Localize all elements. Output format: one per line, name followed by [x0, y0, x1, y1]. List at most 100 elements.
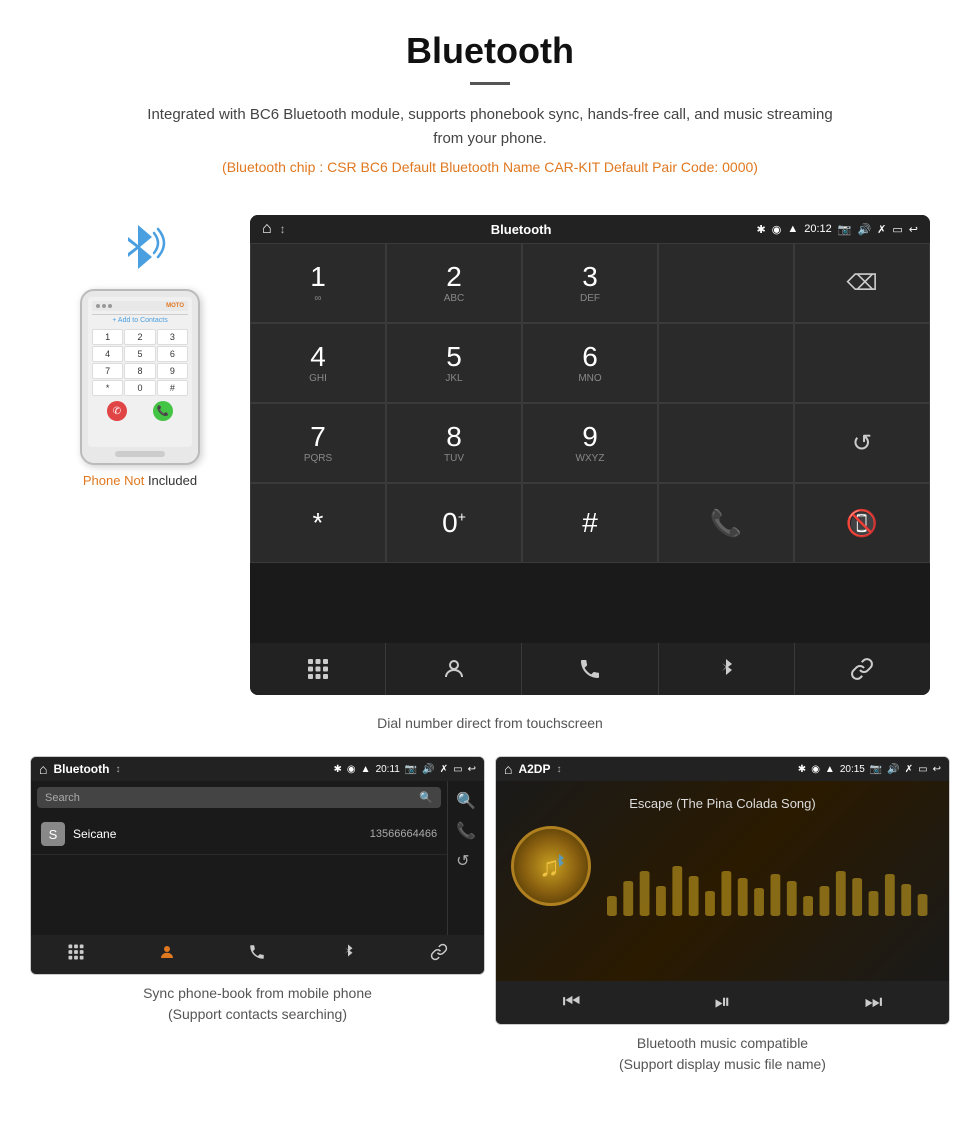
title-divider — [470, 82, 510, 85]
pb-nav-dialpad[interactable] — [31, 943, 122, 966]
car-status-bar: ⌂ ↕ Bluetooth ✱ ◉ ▲ 20:12 📷 🔊 ✗ ▭ ↩ — [250, 215, 930, 243]
window-icon: ▭ — [892, 223, 902, 236]
signal-icon: ▲ — [787, 223, 798, 235]
location-icon: ◉ — [772, 223, 782, 236]
pb-back-icon[interactable]: ↩ — [468, 764, 476, 775]
dial-key-7[interactable]: 7 PQRS — [250, 403, 386, 483]
music-sig-icon: ▲ — [825, 764, 835, 775]
nav-link[interactable] — [795, 643, 930, 695]
dial-key-2[interactable]: 2 ABC — [386, 243, 522, 323]
pb-contact-number: 13566664466 — [370, 828, 437, 840]
music-usb-icon: ↕ — [556, 764, 561, 775]
back-icon[interactable]: ↩ — [909, 223, 918, 236]
dial-key-1[interactable]: 1 ∞ — [250, 243, 386, 323]
pb-status-bar: ⌂ Bluetooth ↕ ✱ ◉ ▲ 20:11 📷 🔊 ✗ ▭ ↩ — [31, 757, 484, 781]
status-bar-right: ✱ ◉ ▲ 20:12 📷 🔊 ✗ ▭ ↩ — [756, 223, 918, 236]
bluetooth-signal-icon — [110, 215, 170, 284]
dial-key-9[interactable]: 9 WXYZ — [522, 403, 658, 483]
dial-section: MOTO + Add to Contacts 123 456 789 *0# ✆… — [0, 205, 980, 705]
music-win-icon: ▭ — [918, 764, 927, 775]
music-screen: ⌂ A2DP ↕ ✱ ◉ ▲ 20:15 📷 🔊 ✗ ▭ ↩ Escape ( — [495, 756, 950, 1025]
nav-dialpad[interactable] — [250, 643, 386, 695]
pb-win-icon: ▭ — [453, 764, 462, 775]
phone-call-btn: 📞 — [153, 401, 173, 421]
pb-vol-icon: 🔊 — [422, 764, 434, 775]
pb-title: Bluetooth — [53, 762, 109, 776]
dial-key-star[interactable]: * — [250, 483, 386, 563]
pb-side-search-icon[interactable]: 🔍 — [456, 791, 476, 811]
page-header: Bluetooth Integrated with BC6 Bluetooth … — [0, 0, 980, 205]
phone-screen-header: MOTO — [92, 301, 188, 311]
dial-key-4[interactable]: 4 GHI — [250, 323, 386, 403]
phone-home-bar — [115, 451, 165, 457]
dial-key-0[interactable]: 0+ — [386, 483, 522, 563]
music-play-pause-btn[interactable]: ⏯ — [647, 991, 798, 1014]
pb-contact-name: Seicane — [73, 827, 116, 841]
music-close-icon: ✗ — [905, 764, 913, 775]
pb-side-refresh-icon[interactable]: ↺ — [456, 851, 476, 871]
music-next-btn[interactable]: ⏭ — [798, 991, 949, 1014]
dial-key-end[interactable]: 📵 — [794, 483, 930, 563]
pb-side-phone-icon[interactable]: 📞 — [456, 821, 476, 841]
pb-time: 20:11 — [376, 764, 400, 775]
dial-key-empty-4 — [658, 403, 794, 483]
nav-bluetooth[interactable] — [659, 643, 795, 695]
svg-text:♫: ♫ — [539, 851, 560, 882]
camera-icon: 📷 — [838, 223, 852, 236]
music-album-art: ♫ — [511, 826, 591, 906]
dial-key-empty-2 — [658, 323, 794, 403]
dial-key-empty-3 — [794, 323, 930, 403]
phone-not-included-label: Phone Not Included — [83, 473, 197, 488]
dial-key-empty-1 — [658, 243, 794, 323]
pb-contact-letter: S — [41, 822, 65, 846]
dial-key-5[interactable]: 5 JKL — [386, 323, 522, 403]
pb-nav-link[interactable] — [393, 943, 484, 966]
phone-outer: MOTO + Add to Contacts 123 456 789 *0# ✆… — [80, 289, 200, 465]
pb-nav-phone[interactable] — [212, 943, 303, 966]
pb-camera-icon: 📷 — [405, 764, 417, 775]
time-display: 20:12 — [804, 223, 832, 235]
dial-key-3[interactable]: 3 DEF — [522, 243, 658, 323]
page-description: Integrated with BC6 Bluetooth module, su… — [140, 103, 840, 151]
music-block: ⌂ A2DP ↕ ✱ ◉ ▲ 20:15 📷 🔊 ✗ ▭ ↩ Escape ( — [495, 756, 950, 1079]
music-prev-btn[interactable]: ⏮ — [496, 991, 647, 1014]
car-screen-title: Bluetooth — [491, 222, 552, 237]
pb-bottom-nav — [31, 935, 484, 974]
car-screen: ⌂ ↕ Bluetooth ✱ ◉ ▲ 20:12 📷 🔊 ✗ ▭ ↩ 1 ∞ — [250, 215, 930, 695]
bluetooth-specs: (Bluetooth chip : CSR BC6 Default Blueto… — [20, 159, 960, 175]
music-vol-icon: 🔊 — [887, 764, 899, 775]
pb-home-icon[interactable]: ⌂ — [39, 761, 47, 777]
volume-icon: 🔊 — [857, 223, 871, 236]
music-main: Escape (The Pina Colada Song) ♫ — [496, 781, 949, 981]
dial-key-hash[interactable]: # — [522, 483, 658, 563]
home-icon[interactable]: ⌂ — [262, 220, 272, 238]
pb-contact-row[interactable]: S Seicane 13566664466 — [31, 814, 447, 855]
bottom-screenshots: ⌂ Bluetooth ↕ ✱ ◉ ▲ 20:11 📷 🔊 ✗ ▭ ↩ — [0, 756, 980, 1099]
music-home-icon[interactable]: ⌂ — [504, 761, 512, 777]
pb-nav-bluetooth[interactable] — [303, 943, 394, 966]
music-loc-icon: ◉ — [811, 764, 820, 775]
nav-phone[interactable] — [522, 643, 658, 695]
music-camera-icon: 📷 — [870, 764, 882, 775]
phonebook-block: ⌂ Bluetooth ↕ ✱ ◉ ▲ 20:11 📷 🔊 ✗ ▭ ↩ — [30, 756, 485, 1079]
dial-key-6[interactable]: 6 MNO — [522, 323, 658, 403]
pb-search-icon[interactable]: 🔍 — [419, 791, 433, 804]
pb-nav-contacts[interactable] — [122, 943, 213, 966]
dial-key-8[interactable]: 8 TUV — [386, 403, 522, 483]
dial-caption: Dial number direct from touchscreen — [0, 705, 980, 741]
pb-loc-icon: ◉ — [347, 764, 356, 775]
phone-end-btn: ✆ — [107, 401, 127, 421]
music-back-icon[interactable]: ↩ — [933, 764, 941, 775]
dial-key-backspace[interactable]: ⌫ — [794, 243, 930, 323]
music-equalizer — [607, 856, 934, 916]
music-song-title: Escape (The Pina Colada Song) — [629, 796, 815, 811]
phonebook-caption: Sync phone-book from mobile phone(Suppor… — [30, 975, 485, 1029]
dial-key-refresh[interactable]: ↺ — [794, 403, 930, 483]
usb-icon: ↕ — [280, 222, 286, 236]
music-bt-icon: ✱ — [798, 764, 806, 775]
pb-search-bar[interactable]: Search 🔍 — [37, 787, 441, 808]
nav-contacts[interactable] — [386, 643, 522, 695]
music-status-bar: ⌂ A2DP ↕ ✱ ◉ ▲ 20:15 📷 🔊 ✗ ▭ ↩ — [496, 757, 949, 781]
music-caption: Bluetooth music compatible(Support displ… — [495, 1025, 950, 1079]
dial-key-call[interactable]: 📞 — [658, 483, 794, 563]
